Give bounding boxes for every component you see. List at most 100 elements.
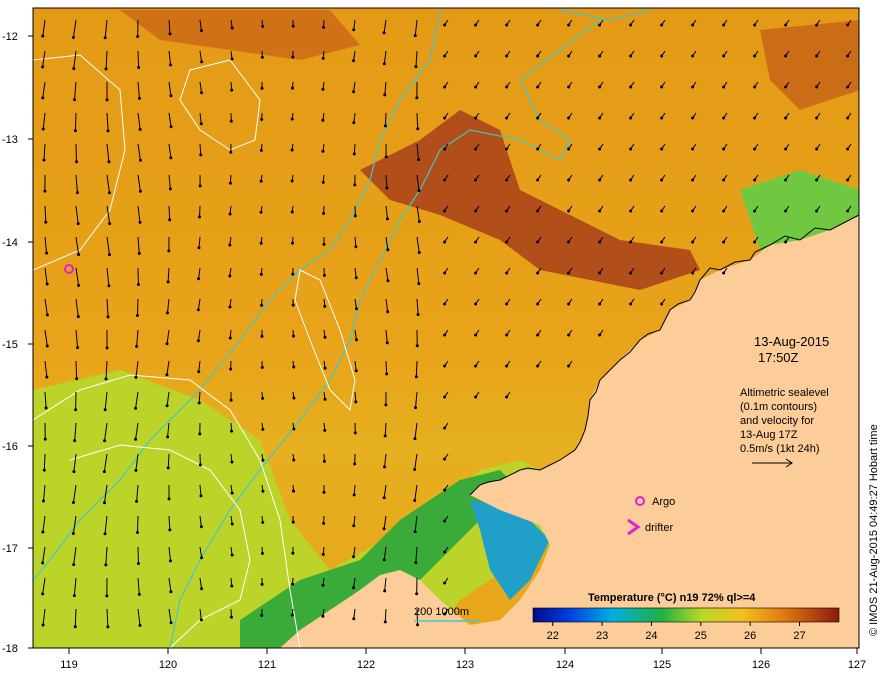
velocity-arrow-head (197, 277, 201, 281)
velocity-arrow-head (290, 148, 294, 152)
velocity-arrow-head (505, 116, 509, 120)
velocity-arrow-head (846, 147, 850, 151)
velocity-arrow-head (290, 179, 294, 183)
velocity-arrow-head (292, 396, 296, 400)
velocity-arrow-head (354, 307, 358, 311)
velocity-arrow-head (230, 26, 234, 30)
velocity-arrow-head (660, 54, 664, 58)
argo-legend-label: Argo (652, 496, 675, 508)
velocity-arrow-head (261, 427, 265, 431)
velocity-arrow-head (137, 251, 141, 255)
velocity-arrow-head (505, 85, 509, 89)
lon-label-119: 119 (60, 659, 78, 671)
velocity-arrow-head (107, 191, 111, 195)
velocity-arrow-head (136, 34, 140, 38)
velocity-arrow-head (505, 147, 509, 151)
velocity-arrow-head (443, 364, 447, 368)
velocity-arrow-head (72, 563, 76, 567)
velocity-arrow-head (598, 23, 602, 27)
velocity-arrow-head (415, 96, 419, 100)
velocity-arrow-head (722, 178, 726, 182)
velocity-arrow (75, 360, 78, 379)
lon-label-123: 123 (456, 659, 474, 671)
velocity-arrow-head (229, 367, 233, 371)
velocity-arrow-head (598, 54, 602, 58)
velocity-arrow-head (443, 85, 447, 89)
velocity-arrow-head (260, 86, 264, 90)
velocity-arrow-head (198, 184, 202, 188)
velocity-arrow-head (230, 491, 234, 495)
velocity-arrow-head (102, 470, 106, 474)
velocity-arrow-head (691, 147, 695, 151)
velocity-arrow-head (505, 364, 509, 368)
velocity-arrow-head (103, 408, 107, 412)
velocity-arrow-head (567, 178, 571, 182)
lon-label-124: 124 (556, 659, 574, 671)
velocity-arrow-head (76, 346, 80, 350)
velocity-arrow-head (598, 178, 602, 182)
velocity-arrow-head (815, 116, 819, 120)
velocity-arrow-head (42, 158, 46, 162)
velocity-arrow-head (660, 85, 664, 89)
velocity-arrow (415, 360, 418, 377)
velocity-arrow-head (352, 617, 356, 621)
velocity-arrow-head (73, 98, 77, 102)
velocity-arrow-head (353, 462, 357, 466)
velocity-arrow-head (72, 67, 76, 71)
velocity-arrow-head (753, 85, 757, 89)
velocity-arrow-head (41, 65, 45, 69)
velocity-arrow-head (71, 532, 75, 536)
velocity-arrow-head (45, 282, 49, 286)
velocity-arrow-head (722, 116, 726, 120)
velocity-arrow-head (138, 220, 142, 224)
velocity-arrow-head (136, 561, 140, 565)
velocity-arrow-head (383, 434, 387, 438)
velocity-arrow-head (198, 463, 202, 467)
velocity-arrow-head (321, 552, 325, 556)
velocity-arrow-head (165, 342, 169, 346)
velocity-arrow-head (505, 240, 509, 244)
velocity-arrow-head (753, 116, 757, 120)
velocity-arrow-head (71, 36, 75, 40)
velocity-arrow-head (323, 397, 327, 401)
velocity-arrow-head (753, 54, 757, 58)
velocity-arrow-head (443, 488, 447, 492)
velocity-arrow-head (415, 344, 419, 348)
velocity-arrow-head (321, 614, 325, 618)
velocity-arrow-head (443, 333, 447, 337)
velocity-arrow-head (196, 339, 200, 343)
velocity-arrow-head (598, 85, 602, 89)
velocity-arrow-head (228, 212, 232, 216)
velocity-arrow-head (107, 160, 111, 164)
velocity-arrow-head (134, 437, 138, 441)
velocity-arrow-head (259, 179, 263, 183)
velocity-arrow-head (197, 401, 201, 405)
velocity-arrow-head (352, 28, 356, 32)
velocity-arrow-head (167, 497, 171, 501)
velocity-arrow-head (567, 364, 571, 368)
velocity-arrow-head (846, 54, 850, 58)
lat-label-12: -12 (2, 31, 18, 43)
velocity-arrow-head (382, 31, 386, 35)
velocity-arrow-head (722, 271, 726, 275)
lat-label-13: -13 (2, 134, 18, 146)
velocity-arrow-head (598, 240, 602, 244)
velocity-arrow-head (629, 54, 633, 58)
velocity-arrow-head (106, 315, 110, 319)
velocity-arrow-head (322, 25, 326, 29)
velocity-arrow-head (413, 468, 417, 472)
velocity-arrow-head (414, 375, 418, 379)
velocity-arrow-head (321, 87, 325, 91)
velocity-arrow-head (753, 147, 757, 151)
velocity-arrow-head (536, 302, 540, 306)
velocity-arrow-head (629, 85, 633, 89)
velocity-arrow-head (505, 333, 509, 337)
velocity-arrow-head (74, 408, 78, 412)
velocity-arrow-head (168, 32, 172, 36)
velocity-arrow-head (386, 310, 390, 314)
velocity-arrow-head (75, 191, 79, 195)
velocity-arrow-head (102, 501, 106, 505)
velocity-arrow-head (722, 23, 726, 27)
velocity-arrow-head (598, 147, 602, 151)
velocity-arrow-head (691, 54, 695, 58)
